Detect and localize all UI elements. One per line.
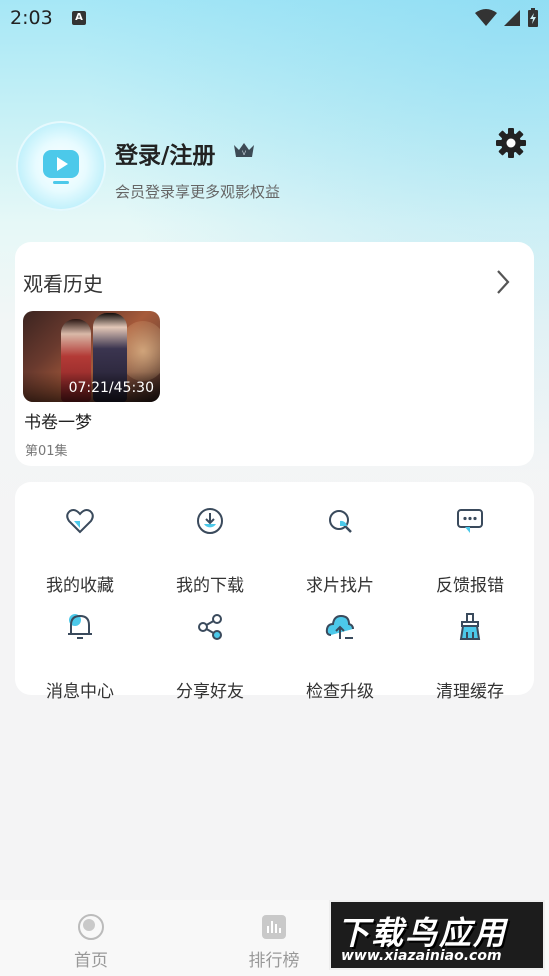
status-time: 2:03 bbox=[10, 7, 53, 29]
notification-icon: A bbox=[72, 11, 86, 25]
request-movie-button[interactable]: 求片找片 bbox=[275, 506, 405, 596]
history-thumbnail[interactable]: 07:21/45:30 bbox=[23, 311, 160, 402]
battery-icon bbox=[528, 8, 538, 27]
history-item-title[interactable]: 书卷一梦 bbox=[24, 408, 92, 433]
nav-home[interactable]: 首页 bbox=[46, 912, 136, 971]
function-grid: 我的收藏 我的下载 求片找片 反馈报错 消息中心 分享好友 检查升级 清理缓存 bbox=[15, 482, 535, 702]
gear-icon[interactable] bbox=[495, 127, 527, 159]
watermark-url: www.xiazainiao.com bbox=[341, 948, 502, 964]
watch-history-card: 观看历史 07:21/45:30 书卷一梦 第01集 bbox=[15, 242, 534, 466]
avatar[interactable] bbox=[16, 121, 106, 211]
messages-button[interactable]: 消息中心 bbox=[15, 612, 145, 702]
status-bar: 2:03 A bbox=[0, 0, 549, 40]
download-icon bbox=[197, 508, 223, 534]
chevron-right-icon[interactable] bbox=[495, 268, 511, 296]
favorites-button[interactable]: 我的收藏 bbox=[15, 506, 145, 596]
ranking-icon bbox=[262, 915, 286, 939]
check-update-button[interactable]: 检查升级 bbox=[275, 612, 405, 702]
wifi-icon bbox=[475, 9, 497, 26]
watch-history-title: 观看历史 bbox=[23, 272, 103, 296]
login-subtitle: 会员登录享更多观影权益 bbox=[115, 183, 281, 201]
share-icon bbox=[198, 614, 222, 640]
heart-icon bbox=[66, 509, 94, 534]
upgrade-icon bbox=[325, 614, 354, 639]
nav-ranking[interactable]: 排行榜 bbox=[229, 912, 319, 971]
watermark-logo: 下载鸟应用 www.xiazainiao.com bbox=[329, 900, 545, 970]
history-item-episode: 第01集 bbox=[25, 444, 68, 459]
login-register-link[interactable]: 登录/注册 bbox=[115, 136, 215, 170]
broom-icon bbox=[459, 613, 481, 640]
bell-icon bbox=[68, 614, 92, 639]
signal-icon bbox=[504, 10, 520, 26]
share-button[interactable]: 分享好友 bbox=[145, 612, 275, 702]
watch-progress: 07:21/45:30 bbox=[68, 380, 154, 396]
crown-icon: V bbox=[234, 143, 254, 157]
clear-cache-button[interactable]: 清理缓存 bbox=[405, 612, 535, 702]
feedback-button[interactable]: 反馈报错 bbox=[405, 506, 535, 596]
tv-play-icon bbox=[43, 150, 79, 184]
feedback-icon bbox=[457, 509, 483, 533]
status-icons bbox=[475, 8, 539, 28]
downloads-button[interactable]: 我的下载 bbox=[145, 506, 275, 596]
home-icon bbox=[78, 914, 104, 940]
search-icon bbox=[329, 510, 352, 533]
